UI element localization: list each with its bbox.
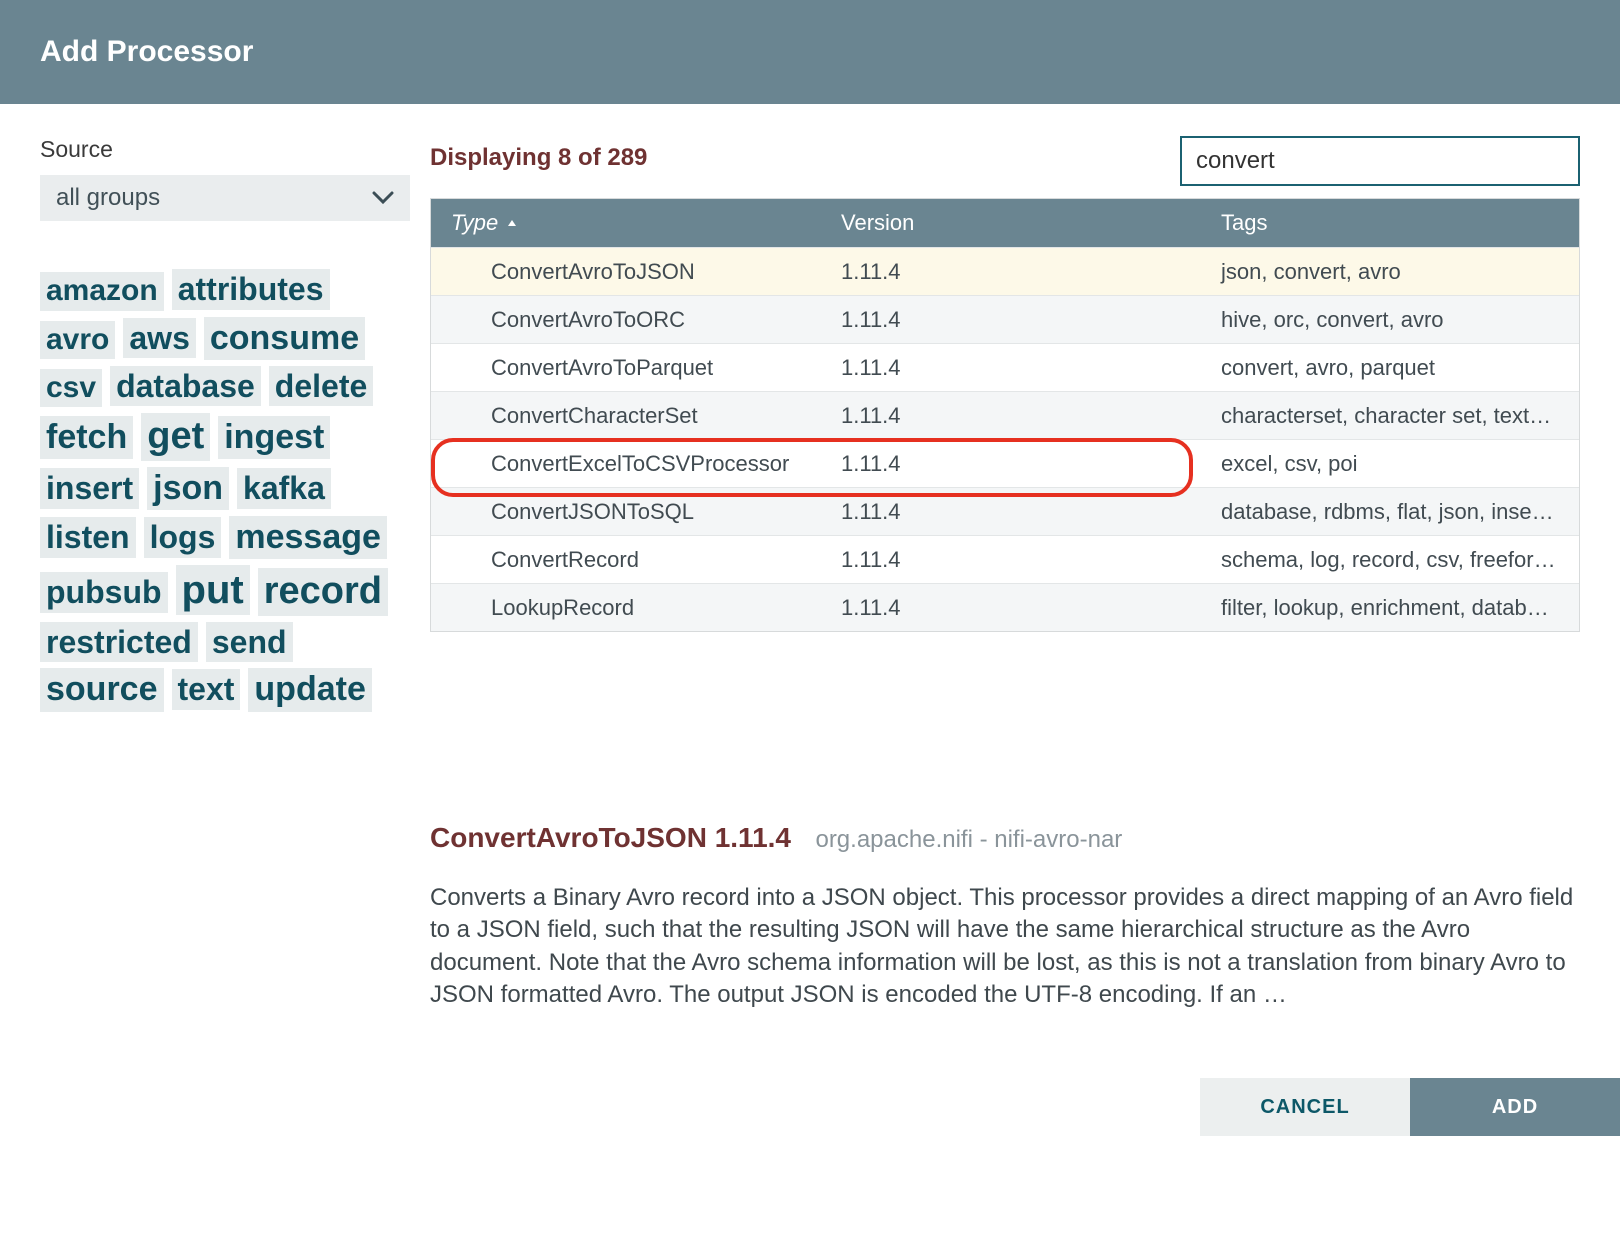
filter-input[interactable]	[1180, 136, 1580, 186]
cell-tags: filter, lookup, enrichment, datab…	[1201, 595, 1579, 621]
tag-delete[interactable]: delete	[269, 366, 373, 407]
cell-version: 1.11.4	[821, 595, 1201, 621]
source-label: Source	[40, 136, 410, 163]
table-body: ConvertAvroToJSON1.11.4json, convert, av…	[431, 247, 1579, 631]
table-row[interactable]: ConvertJSONToSQL1.11.4database, rdbms, f…	[431, 487, 1579, 535]
cancel-button[interactable]: CANCEL	[1200, 1078, 1410, 1136]
tag-kafka[interactable]: kafka	[237, 468, 331, 509]
right-column: Displaying 8 of 289 Type Version Tags Co…	[430, 136, 1580, 1138]
cell-tags: schema, log, record, csv, freefor…	[1201, 547, 1579, 573]
tag-json[interactable]: json	[147, 467, 229, 510]
source-dropdown[interactable]: all groups	[40, 175, 410, 221]
tag-listen[interactable]: listen	[40, 517, 136, 558]
source-selected-value: all groups	[56, 184, 160, 212]
tag-cloud: amazonattributes avroawsconsume csvdatabas…	[40, 269, 410, 712]
tag-put[interactable]: put	[176, 565, 250, 615]
tag-send[interactable]: send	[206, 622, 293, 663]
left-column: Source all groups amazonattributes avroaw…	[40, 136, 410, 1138]
detail-description: Converts a Binary Avro record into a JSO…	[430, 882, 1580, 1012]
processor-table: Type Version Tags ConvertAvroToJSON1.11.…	[430, 198, 1580, 632]
chevron-down-icon	[372, 184, 394, 212]
tag-ingest[interactable]: ingest	[218, 416, 330, 459]
cell-tags: excel, csv, poi	[1201, 451, 1579, 477]
cell-version: 1.11.4	[821, 499, 1201, 525]
column-header-type[interactable]: Type	[431, 210, 821, 236]
tag-insert[interactable]: insert	[40, 468, 139, 509]
cell-type: ConvertCharacterSet	[431, 403, 821, 429]
tag-pubsub[interactable]: pubsub	[40, 572, 168, 613]
tag-database[interactable]: database	[110, 366, 261, 407]
column-header-tags[interactable]: Tags	[1201, 210, 1579, 236]
cell-tags: database, rdbms, flat, json, inse…	[1201, 499, 1579, 525]
dialog-body: Source all groups amazonattributes avroaw…	[0, 104, 1620, 1138]
tag-message[interactable]: message	[229, 516, 387, 559]
cell-tags: characterset, character set, text…	[1201, 403, 1579, 429]
tag-text[interactable]: text	[172, 669, 241, 710]
tag-consume[interactable]: consume	[204, 317, 365, 360]
processor-detail: ConvertAvroToJSON 1.11.4 org.apache.nifi…	[430, 822, 1580, 1012]
cell-type: ConvertAvroToORC	[431, 307, 821, 333]
cell-tags: convert, avro, parquet	[1201, 355, 1579, 381]
dialog-title: Add Processor	[40, 35, 253, 69]
tag-record[interactable]: record	[258, 568, 388, 616]
displaying-count: Displaying 8 of 289	[430, 136, 647, 172]
cell-type: ConvertRecord	[431, 547, 821, 573]
table-row[interactable]: ConvertAvroToORC1.11.4hive, orc, convert…	[431, 295, 1579, 343]
dialog-header: Add Processor	[0, 0, 1620, 104]
add-button[interactable]: ADD	[1410, 1078, 1620, 1136]
table-row[interactable]: ConvertExcelToCSVProcessor1.11.4excel, c…	[431, 439, 1579, 487]
cell-version: 1.11.4	[821, 403, 1201, 429]
cell-version: 1.11.4	[821, 547, 1201, 573]
cell-tags: hive, orc, convert, avro	[1201, 307, 1579, 333]
cell-type: ConvertJSONToSQL	[431, 499, 821, 525]
cell-type: LookupRecord	[431, 595, 821, 621]
detail-title: ConvertAvroToJSON 1.11.4	[430, 822, 791, 854]
tag-restricted[interactable]: restricted	[40, 622, 198, 663]
cell-version: 1.11.4	[821, 307, 1201, 333]
cell-type: ConvertAvroToJSON	[431, 259, 821, 285]
tag-update[interactable]: update	[248, 668, 371, 711]
tag-csv[interactable]: csv	[40, 369, 102, 408]
cell-version: 1.11.4	[821, 355, 1201, 381]
table-row[interactable]: LookupRecord1.11.4filter, lookup, enrich…	[431, 583, 1579, 631]
sort-asc-icon	[506, 210, 518, 236]
cell-type: ConvertExcelToCSVProcessor	[431, 451, 821, 477]
tag-attributes[interactable]: attributes	[172, 269, 330, 310]
column-header-version[interactable]: Version	[821, 210, 1201, 236]
table-row[interactable]: ConvertRecord1.11.4schema, log, record, …	[431, 535, 1579, 583]
table-row[interactable]: ConvertAvroToParquet1.11.4convert, avro,…	[431, 343, 1579, 391]
table-header: Type Version Tags	[431, 199, 1579, 247]
detail-meta: org.apache.nifi - nifi-avro-nar	[815, 826, 1122, 853]
tag-source[interactable]: source	[40, 668, 164, 711]
dialog-footer: CANCEL ADD	[1200, 1078, 1620, 1138]
tag-aws[interactable]: aws	[123, 318, 195, 359]
table-row[interactable]: ConvertCharacterSet1.11.4characterset, c…	[431, 391, 1579, 439]
cell-version: 1.11.4	[821, 259, 1201, 285]
filter-row: Displaying 8 of 289	[430, 136, 1580, 186]
tag-logs[interactable]: logs	[144, 517, 222, 558]
tag-amazon[interactable]: amazon	[40, 272, 164, 311]
cell-type: ConvertAvroToParquet	[431, 355, 821, 381]
tag-get[interactable]: get	[141, 413, 210, 461]
table-row[interactable]: ConvertAvroToJSON1.11.4json, convert, av…	[431, 247, 1579, 295]
tag-avro[interactable]: avro	[40, 321, 115, 360]
cell-tags: json, convert, avro	[1201, 259, 1579, 285]
cell-version: 1.11.4	[821, 451, 1201, 477]
tag-fetch[interactable]: fetch	[40, 416, 133, 459]
